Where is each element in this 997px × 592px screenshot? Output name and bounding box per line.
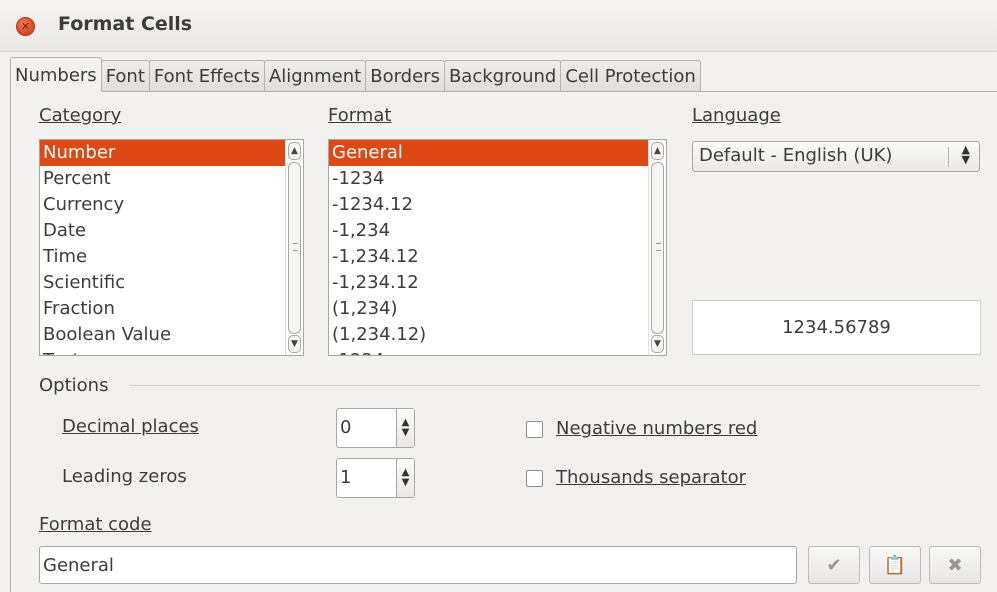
category-item-fraction[interactable]: Fraction	[40, 296, 303, 322]
tab-font-effects[interactable]: Font Effects	[148, 60, 265, 92]
category-item-boolean[interactable]: Boolean Value	[40, 322, 303, 348]
decimal-places-spinbox[interactable]: 0 ▲ ▼	[336, 408, 415, 448]
language-value: Default - English (UK)	[699, 145, 893, 166]
leading-zeros-label: Leading zeros	[62, 466, 187, 487]
format-item[interactable]: -1,234.12	[329, 244, 666, 270]
chevron-updown-icon: ▲ ▼	[961, 143, 970, 166]
format-code-input[interactable]: General	[39, 546, 797, 584]
thousands-separator-label[interactable]: Thousands separator	[556, 467, 746, 488]
format-list[interactable]: General -1234 -1234.12 -1,234 -1,234.12 …	[328, 139, 667, 356]
tab-background[interactable]: Background	[443, 60, 562, 92]
format-item[interactable]: -1234	[329, 166, 666, 192]
delete-code-button[interactable]: ✖	[929, 546, 981, 584]
leading-zeros-spinbox[interactable]: 1 ▲ ▼	[336, 458, 415, 498]
format-scroll-thumb[interactable]	[651, 162, 664, 334]
tab-borders[interactable]: Borders	[365, 60, 445, 92]
title-bar: ✕ Format Cells	[0, 0, 997, 52]
spin-arrows-icon[interactable]: ▲ ▼	[396, 459, 414, 497]
category-item-scientific[interactable]: Scientific	[40, 270, 303, 296]
decimal-places-value: 0	[340, 417, 352, 438]
leading-zeros-value: 1	[340, 467, 352, 488]
category-item-text[interactable]: Text	[40, 348, 303, 355]
format-scrollbar[interactable]: ▲ ▼	[648, 140, 666, 355]
category-list[interactable]: Number Percent Currency Date Time Scient…	[39, 139, 304, 356]
close-icon: ✕	[20, 20, 31, 33]
scroll-down-icon[interactable]: ▼	[651, 335, 664, 353]
category-scrollbar[interactable]: ▲ ▼	[285, 140, 303, 355]
category-scroll-thumb[interactable]	[288, 162, 301, 334]
format-code-value: General	[43, 555, 114, 576]
options-divider	[129, 385, 980, 386]
scroll-up-icon[interactable]: ▲	[651, 142, 664, 160]
format-preview: 1234.56789	[692, 300, 981, 355]
format-item[interactable]: General	[329, 140, 666, 166]
spin-arrows-icon[interactable]: ▲ ▼	[396, 409, 414, 447]
category-label: Category	[39, 105, 122, 126]
scroll-down-icon[interactable]: ▼	[288, 335, 301, 353]
format-item[interactable]: -1234.12	[329, 192, 666, 218]
format-item[interactable]: -1,234.12	[329, 270, 666, 296]
format-item[interactable]: -1234	[329, 348, 666, 355]
tab-bar: Numbers Font Font Effects Alignment Bord…	[10, 57, 701, 92]
negative-red-checkbox[interactable]	[526, 421, 543, 438]
language-dropdown[interactable]: Default - English (UK) ▲ ▼	[692, 141, 980, 172]
negative-red-label[interactable]: Negative numbers red	[556, 418, 757, 439]
format-item[interactable]: (1,234)	[329, 296, 666, 322]
checkmark-icon: ✔	[826, 554, 842, 576]
tab-numbers[interactable]: Numbers	[10, 57, 102, 92]
category-item-number[interactable]: Number	[40, 140, 303, 166]
tab-font[interactable]: Font	[100, 60, 150, 92]
options-label: Options	[39, 375, 109, 396]
thousands-separator-checkbox[interactable]	[526, 470, 543, 487]
decimal-places-label: Decimal places	[62, 416, 199, 437]
category-item-percent[interactable]: Percent	[40, 166, 303, 192]
tab-alignment[interactable]: Alignment	[263, 60, 367, 92]
format-label: Format	[328, 105, 392, 126]
clipboard-icon: 📋	[883, 554, 907, 576]
format-item[interactable]: (1,234.12)	[329, 322, 666, 348]
add-comment-button[interactable]: 📋	[869, 546, 921, 584]
close-button[interactable]: ✕	[16, 17, 35, 36]
dialog-title: Format Cells	[58, 13, 193, 35]
category-item-date[interactable]: Date	[40, 218, 303, 244]
x-icon: ✖	[947, 554, 963, 576]
scroll-up-icon[interactable]: ▲	[288, 142, 301, 160]
format-item[interactable]: -1,234	[329, 218, 666, 244]
category-item-time[interactable]: Time	[40, 244, 303, 270]
category-item-currency[interactable]: Currency	[40, 192, 303, 218]
format-code-label: Format code	[39, 514, 152, 535]
numbers-panel: Category Number Percent Currency Date Ti…	[10, 91, 997, 592]
language-label: Language	[692, 105, 781, 126]
accept-code-button[interactable]: ✔	[808, 546, 860, 584]
tab-cell-protection[interactable]: Cell Protection	[560, 60, 701, 92]
